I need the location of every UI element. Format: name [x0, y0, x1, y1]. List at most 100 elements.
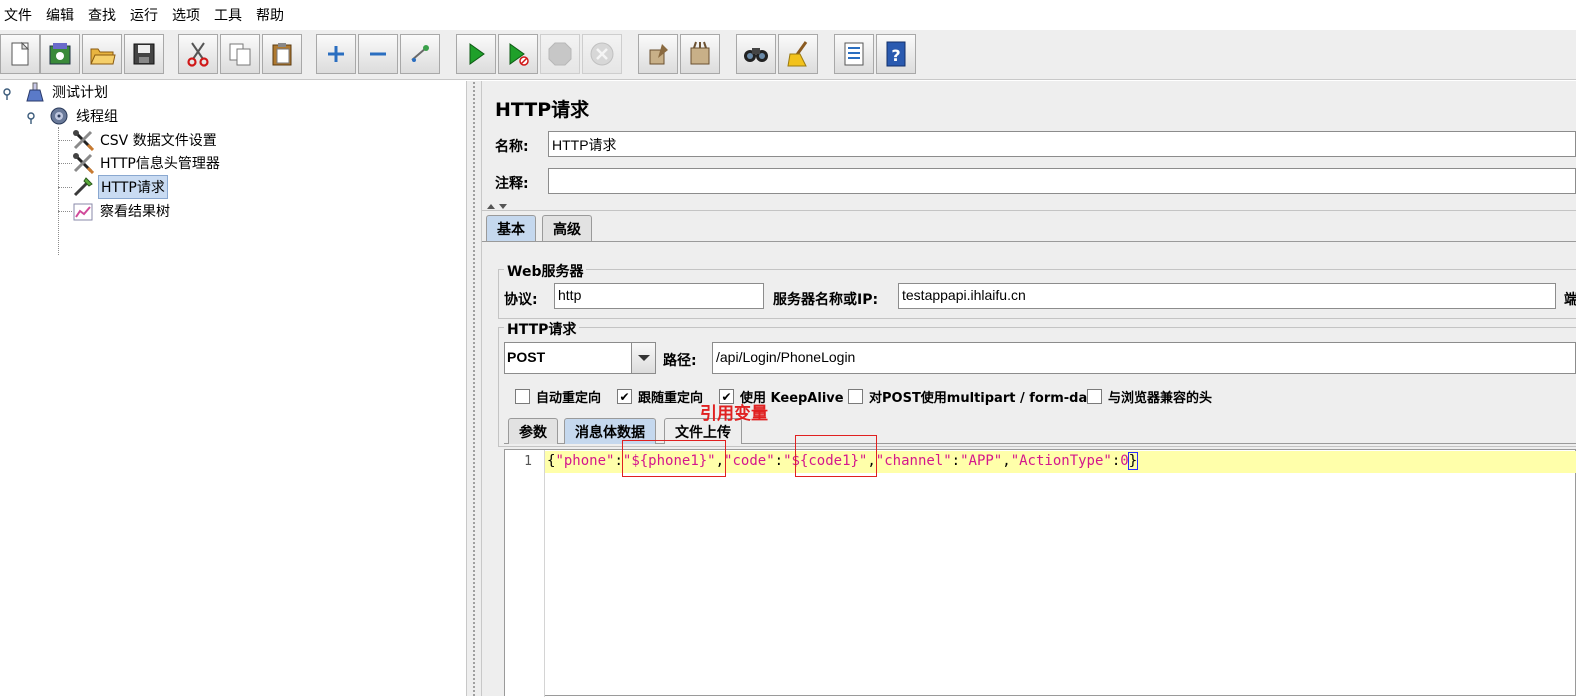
chevron-down-icon: [638, 355, 650, 361]
annotation-box-code: [795, 435, 877, 477]
toolbar: ?: [0, 30, 1576, 80]
http-request-panel: HTTP请求 名称: HTTP请求 注释: 基本 高级 Web服务器 协议: h…: [482, 81, 1576, 697]
server-name-field[interactable]: testappapi.ihlaifu.cn: [898, 283, 1556, 309]
open-button[interactable]: [82, 34, 122, 74]
code-token: "phone": [555, 453, 615, 469]
method-select[interactable]: POST: [504, 342, 656, 374]
expand-toggle-icon[interactable]: [27, 112, 39, 124]
shutdown-button[interactable]: [582, 34, 622, 74]
clear-all-button[interactable]: [680, 34, 720, 74]
test-plan-tree: 测试计划 线程组 CSV 数据文件设置 HTTP信息头管理器 HTTP请求 察看…: [0, 81, 466, 696]
copy-icon: [229, 43, 251, 66]
menu-tools[interactable]: 工具: [208, 5, 250, 25]
clear-button[interactable]: [638, 34, 678, 74]
tab-advanced[interactable]: 高级: [542, 215, 592, 241]
clear-icon: [649, 44, 668, 65]
test-plan-icon: [24, 81, 46, 103]
menu-options[interactable]: 选项: [166, 5, 208, 25]
body-data-editor[interactable]: 1 {"phone":"${phone1}","code":"${code1}"…: [504, 449, 1576, 697]
line-number-gutter: 1: [505, 450, 545, 697]
shutdown-icon: [590, 42, 614, 66]
help-button[interactable]: ?: [876, 34, 916, 74]
checkbox-label: 与浏览器兼容的头: [1108, 391, 1213, 406]
code-token: :: [951, 453, 961, 469]
protocol-field[interactable]: http: [554, 283, 764, 309]
collapse-divider[interactable]: [482, 201, 1576, 211]
svg-text:?: ?: [891, 46, 900, 65]
comment-field[interactable]: [548, 168, 1576, 194]
menu-run[interactable]: 运行: [124, 5, 166, 25]
http-request-group-title: HTTP请求: [504, 319, 580, 339]
pane-splitter[interactable]: [466, 81, 482, 696]
menu-help[interactable]: 帮助: [250, 5, 292, 25]
annotation-box-phone: [622, 440, 726, 477]
tab-parameters[interactable]: 参数: [508, 418, 558, 444]
name-field[interactable]: HTTP请求: [548, 131, 1576, 157]
start-no-pause-button[interactable]: [498, 34, 538, 74]
tree-node-http-request[interactable]: HTTP请求: [72, 175, 168, 199]
cut-button[interactable]: [178, 34, 218, 74]
thread-group-icon: [48, 105, 70, 127]
stop-button[interactable]: [540, 34, 580, 74]
menu-search[interactable]: 查找: [82, 5, 124, 25]
expand-button[interactable]: [316, 34, 356, 74]
protocol-label: 协议:: [504, 292, 538, 308]
code-token: 0: [1120, 453, 1129, 469]
start-no-pause-icon: [509, 43, 529, 66]
toggle-icon: [411, 45, 429, 62]
checkbox-label: 对POST使用multipart / form-data: [869, 391, 1103, 406]
checkbox-box: [1087, 389, 1102, 404]
menu-file[interactable]: 文件: [0, 5, 40, 25]
code-token: "code": [724, 453, 775, 469]
code-token: "ActionType": [1010, 453, 1112, 469]
templates-button[interactable]: [40, 34, 80, 74]
reset-search-button[interactable]: [778, 34, 818, 74]
tree-node-header-manager[interactable]: HTTP信息头管理器: [72, 152, 222, 174]
comment-label: 注释:: [495, 176, 529, 192]
copy-button[interactable]: [220, 34, 260, 74]
start-icon: [469, 43, 485, 65]
paste-icon: [272, 43, 292, 66]
help-icon: ?: [886, 41, 906, 67]
function-helper-button[interactable]: [834, 34, 874, 74]
checkbox-box: ✔: [617, 389, 632, 404]
collapse-icon: [370, 52, 386, 56]
expand-toggle-icon[interactable]: [3, 88, 15, 100]
open-icon: [90, 48, 116, 65]
toggle-button[interactable]: [400, 34, 440, 74]
method-value: POST: [507, 349, 546, 365]
collapse-button[interactable]: [358, 34, 398, 74]
save-button[interactable]: [124, 34, 164, 74]
multipart-checkbox[interactable]: 对POST使用multipart / form-data: [848, 387, 1102, 406]
name-label: 名称:: [495, 139, 529, 155]
checkbox-box: [848, 389, 863, 404]
browser-compatible-headers-checkbox[interactable]: 与浏览器兼容的头: [1087, 387, 1212, 406]
path-field[interactable]: /api/Login/PhoneLogin: [712, 342, 1576, 374]
paste-button[interactable]: [262, 34, 302, 74]
tree-node-view-results-tree[interactable]: 察看结果树: [72, 200, 172, 222]
panel-title: HTTP请求: [495, 99, 590, 121]
tree-node-label: 线程组: [76, 109, 118, 125]
new-button[interactable]: [0, 34, 40, 74]
collapse-arrows-icon[interactable]: [486, 202, 512, 210]
web-server-group-title: Web服务器: [504, 261, 587, 281]
save-icon: [133, 43, 155, 65]
cut-icon: [187, 42, 209, 67]
checkbox-label: 跟随重定向: [638, 391, 704, 406]
config-element-icon: [72, 152, 94, 174]
follow-redirect-checkbox[interactable]: ✔ 跟随重定向: [617, 387, 703, 406]
tree-node-test-plan[interactable]: 测试计划: [24, 81, 110, 103]
tree-node-csv-data-set[interactable]: CSV 数据文件设置: [72, 129, 219, 151]
method-dropdown-button[interactable]: [631, 343, 655, 373]
server-name-label: 服务器名称或IP:: [773, 292, 879, 308]
tree-node-label: CSV 数据文件设置: [100, 133, 217, 149]
search-button[interactable]: [736, 34, 776, 74]
menu-edit[interactable]: 编辑: [40, 5, 82, 25]
start-button[interactable]: [456, 34, 496, 74]
code-token: ,: [1002, 453, 1011, 469]
tree-node-thread-group[interactable]: 线程组: [48, 105, 120, 127]
templates-icon: [49, 43, 71, 65]
tab-basic[interactable]: 基本: [486, 215, 536, 241]
menu-bar: 文件 编辑 查找 运行 选项 工具 帮助: [0, 0, 1576, 30]
auto-redirect-checkbox[interactable]: 自动重定向: [515, 387, 601, 406]
